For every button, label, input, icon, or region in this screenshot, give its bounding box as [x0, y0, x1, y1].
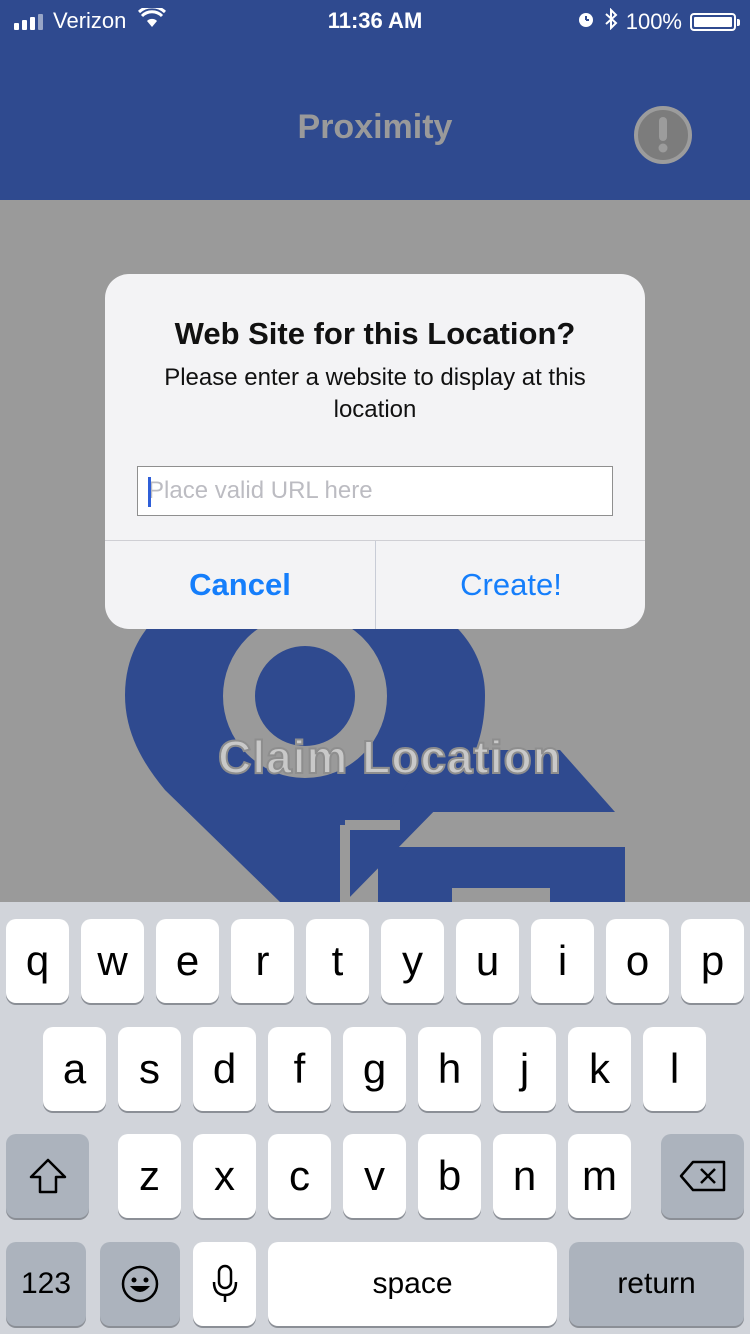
- bluetooth-icon: [604, 7, 618, 36]
- key-y[interactable]: y: [381, 919, 444, 1003]
- website-dialog: Web Site for this Location? Please enter…: [105, 274, 645, 629]
- key-d[interactable]: d: [193, 1027, 256, 1111]
- emoji-icon: [121, 1265, 159, 1303]
- key-q[interactable]: q: [6, 919, 69, 1003]
- key-b[interactable]: b: [418, 1134, 481, 1218]
- key-o[interactable]: o: [606, 919, 669, 1003]
- create-button[interactable]: Create!: [376, 541, 645, 629]
- keyboard: q w e r t y u i o p a s d f g h j k l z …: [0, 902, 750, 1334]
- key-t[interactable]: t: [306, 919, 369, 1003]
- claim-location-label[interactable]: Claim Location: [0, 730, 750, 784]
- nav-bar: Proximity: [0, 40, 750, 200]
- shift-icon: [29, 1158, 66, 1194]
- key-x[interactable]: x: [193, 1134, 256, 1218]
- key-k[interactable]: k: [568, 1027, 631, 1111]
- backspace-icon: [679, 1160, 725, 1192]
- key-e[interactable]: e: [156, 919, 219, 1003]
- key-f[interactable]: f: [268, 1027, 331, 1111]
- key-a[interactable]: a: [43, 1027, 106, 1111]
- status-bar: Verizon 11:36 AM 100%: [0, 0, 750, 40]
- dictation-key[interactable]: [193, 1242, 256, 1326]
- microphone-icon: [212, 1264, 237, 1302]
- emoji-key[interactable]: [100, 1242, 180, 1326]
- key-h[interactable]: h: [418, 1027, 481, 1111]
- key-n[interactable]: n: [493, 1134, 556, 1218]
- key-z[interactable]: z: [118, 1134, 181, 1218]
- key-r[interactable]: r: [231, 919, 294, 1003]
- key-u[interactable]: u: [456, 919, 519, 1003]
- exclamation-icon: [658, 117, 668, 153]
- alarm-icon: [576, 9, 596, 35]
- status-right: 100%: [576, 7, 740, 36]
- alert-button[interactable]: [634, 106, 692, 164]
- url-input[interactable]: [137, 466, 613, 516]
- key-j[interactable]: j: [493, 1027, 556, 1111]
- key-w[interactable]: w: [81, 919, 144, 1003]
- key-i[interactable]: i: [531, 919, 594, 1003]
- dialog-title: Web Site for this Location?: [174, 316, 576, 351]
- key-p[interactable]: p: [681, 919, 744, 1003]
- key-g[interactable]: g: [343, 1027, 406, 1111]
- backspace-key[interactable]: [661, 1134, 744, 1218]
- battery-icon: [690, 13, 740, 31]
- dialog-message: Please enter a website to display at thi…: [164, 364, 586, 423]
- cancel-button[interactable]: Cancel: [105, 541, 375, 629]
- space-key[interactable]: space: [268, 1242, 557, 1326]
- battery-percent: 100%: [625, 9, 682, 34]
- key-s[interactable]: s: [118, 1027, 181, 1111]
- numbers-key[interactable]: 123: [6, 1242, 86, 1326]
- key-m[interactable]: m: [568, 1134, 631, 1218]
- shift-key[interactable]: [6, 1134, 89, 1218]
- text-cursor: [148, 477, 151, 507]
- return-key[interactable]: return: [569, 1242, 744, 1326]
- key-l[interactable]: l: [643, 1027, 706, 1111]
- key-v[interactable]: v: [343, 1134, 406, 1218]
- key-c[interactable]: c: [268, 1134, 331, 1218]
